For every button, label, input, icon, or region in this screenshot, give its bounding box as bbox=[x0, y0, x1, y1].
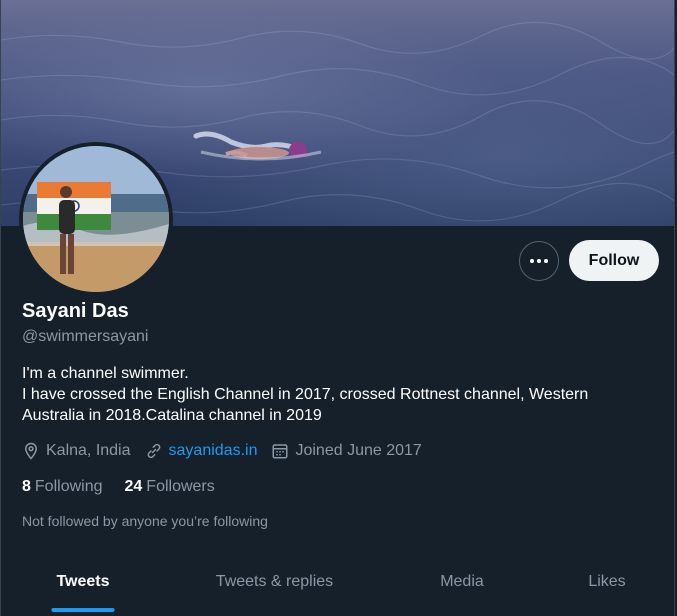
tab-label: Likes bbox=[588, 573, 626, 590]
link-icon bbox=[147, 443, 160, 459]
tab-label: Media bbox=[440, 573, 484, 590]
profile-handle: @swimmersayani bbox=[22, 328, 149, 345]
more-options-button[interactable] bbox=[519, 241, 559, 281]
tab-media[interactable]: Media bbox=[432, 560, 492, 604]
profile-bio: I'm a channel swimmer. I have crossed th… bbox=[22, 363, 652, 426]
profile-meta: Kalna, India sayanidas.in Joined June 20… bbox=[22, 442, 436, 460]
following-count-link[interactable]: 8 Following bbox=[22, 478, 103, 496]
profile-avatar[interactable] bbox=[19, 142, 173, 296]
profile-name: Sayani Das bbox=[22, 300, 129, 322]
following-label: Following bbox=[34, 478, 103, 495]
bio-line: I'm a channel swimmer. bbox=[22, 365, 189, 382]
profile-website[interactable]: sayanidas.in bbox=[145, 442, 258, 460]
tab-label: Tweets & replies bbox=[215, 573, 334, 590]
followers-label: Followers bbox=[146, 478, 215, 495]
bio-line: I have crossed the English Channel in 20… bbox=[22, 386, 589, 403]
tab-tweets[interactable]: Tweets bbox=[51, 560, 115, 612]
following-count: 8 bbox=[22, 478, 31, 495]
profile-counts: 8 Following 24 Followers bbox=[22, 478, 237, 496]
followers-count-link[interactable]: 24 Followers bbox=[125, 478, 215, 496]
website-link[interactable]: sayanidas.in bbox=[169, 442, 258, 460]
profile-location: Kalna, India bbox=[22, 442, 131, 460]
calendar-icon bbox=[272, 444, 288, 459]
more-icon bbox=[530, 259, 548, 263]
tab-tweets-replies[interactable]: Tweets & replies bbox=[206, 560, 343, 604]
followed-by-note: Not followed by anyone you’re following bbox=[22, 513, 268, 529]
location-text: Kalna, India bbox=[46, 442, 131, 459]
follow-button[interactable]: Follow bbox=[569, 240, 659, 281]
location-icon bbox=[24, 442, 38, 460]
followers-count: 24 bbox=[124, 478, 143, 495]
profile-joined: Joined June 2017 bbox=[271, 442, 422, 460]
bio-line: Australia in 2018.Catalina channel in 20… bbox=[22, 407, 322, 424]
profile-tabs: Tweets Tweets & replies Media Likes bbox=[1, 560, 674, 616]
tab-likes[interactable]: Likes bbox=[581, 560, 633, 604]
joined-text: Joined June 2017 bbox=[295, 442, 422, 459]
active-tab-indicator bbox=[51, 608, 115, 612]
avatar-image bbox=[23, 146, 169, 292]
tab-label: Tweets bbox=[56, 573, 110, 590]
profile-page: Follow Sayani Das @swimmersayani I'm a c… bbox=[0, 0, 675, 616]
